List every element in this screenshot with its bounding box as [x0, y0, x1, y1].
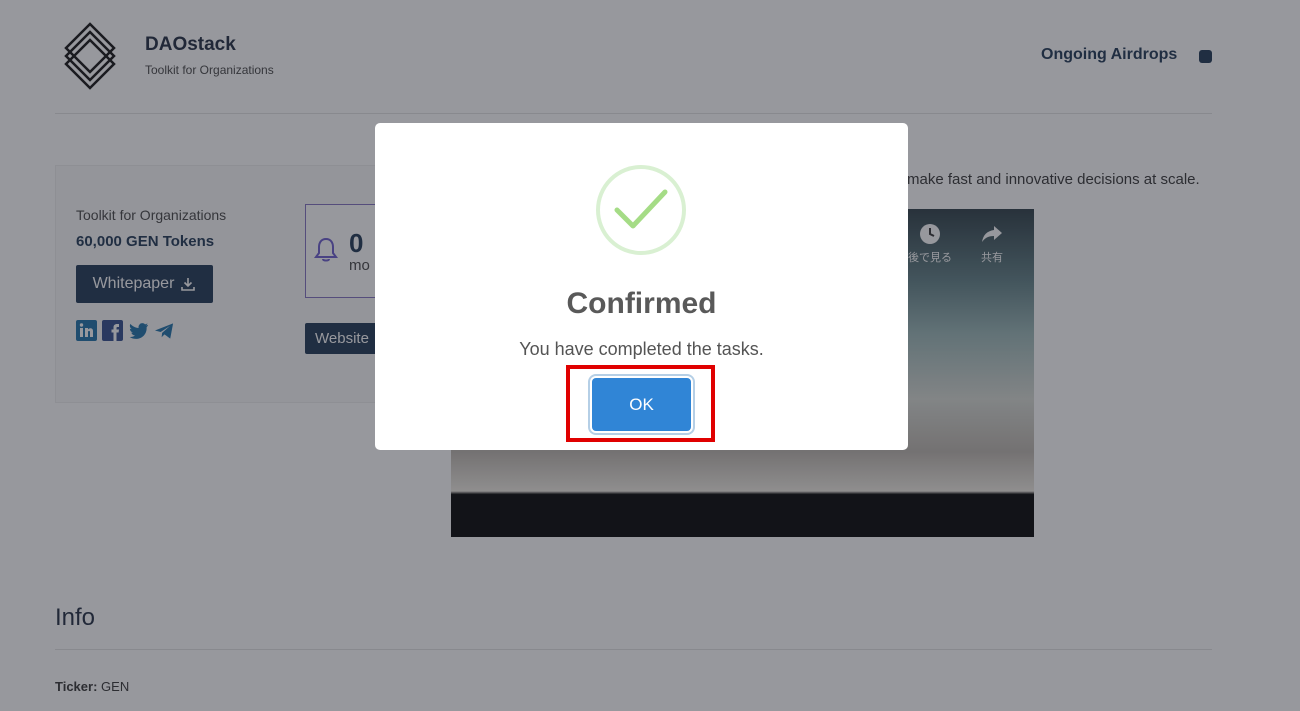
dialog-message: You have completed the tasks.: [519, 339, 764, 359]
page: DAOstack Toolkit for Organizations Ongoi…: [0, 0, 1300, 711]
ok-button[interactable]: OK: [592, 378, 691, 431]
dialog-title: Confirmed: [566, 287, 717, 320]
confirmation-dialog: Confirmed You have completed the tasks. …: [375, 123, 908, 450]
success-icon: [596, 165, 686, 255]
checkmark-icon: [614, 189, 668, 229]
